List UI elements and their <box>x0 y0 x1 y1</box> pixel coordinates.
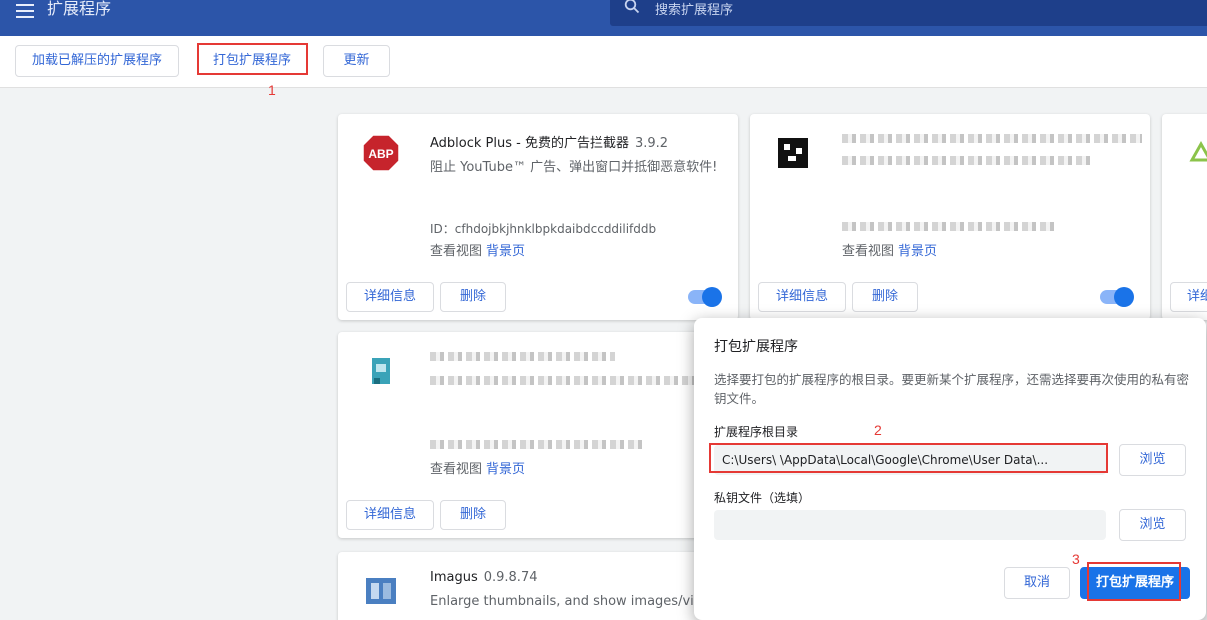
search-input[interactable]: 搜索扩展程序 <box>610 0 1207 26</box>
blurred-text <box>430 440 645 449</box>
extension-description: Enlarge thumbnails, and show images/vide… <box>430 594 725 609</box>
hamburger-menu-icon[interactable] <box>16 4 34 18</box>
extension-icon <box>372 358 390 384</box>
cancel-button[interactable]: 取消 <box>1004 567 1070 599</box>
extension-card-4: 查看视图 背景页 详细信息 删除 <box>338 332 738 538</box>
svg-text:ABP: ABP <box>368 147 393 161</box>
search-placeholder: 搜索扩展程序 <box>655 3 734 18</box>
extension-name: Imagus 0.9.8.74 <box>430 570 538 585</box>
extension-name: Adblock Plus - 免费的广告拦截器 3.9.2 <box>430 136 669 151</box>
extension-card-imagus: Imagus 0.9.8.74 Enlarge thumbnails, and s… <box>338 552 738 620</box>
remove-button[interactable]: 删除 <box>440 500 506 530</box>
blurred-text <box>430 352 615 361</box>
remove-button[interactable]: 删除 <box>852 282 918 312</box>
background-page-link[interactable]: 背景页 <box>486 244 525 259</box>
annotation-box-1 <box>197 43 308 75</box>
details-button[interactable]: 详细信息 <box>346 500 434 530</box>
details-button[interactable]: 详细信息 <box>346 282 434 312</box>
inspect-views: 查看视图 背景页 <box>430 244 526 259</box>
details-button[interactable]: 详细信息 <box>758 282 846 312</box>
annotation-number-1: 1 <box>268 82 276 98</box>
extension-id: ID：cfhdojbkjhnklbpkdaibdccddilifddb <box>430 222 657 236</box>
details-button[interactable]: 详细 <box>1170 282 1207 312</box>
private-key-input[interactable] <box>714 510 1106 540</box>
enable-toggle[interactable] <box>1100 287 1134 307</box>
root-directory-label: 扩展程序根目录 <box>714 425 799 439</box>
abp-logo-icon: ABP <box>362 134 400 172</box>
background-page-link[interactable]: 背景页 <box>486 462 525 477</box>
extension-card-2: 查看视图 背景页 详细信息 删除 <box>750 114 1150 320</box>
browse-root-button[interactable]: 浏览 <box>1119 444 1186 476</box>
dialog-description: 选择要打包的扩展程序的根目录。要更新某个扩展程序，还需选择要再次使用的私有密钥文… <box>714 372 1190 406</box>
toolbar: 加载已解压的扩展程序 打包扩展程序 更新 <box>0 36 1207 88</box>
dialog-title: 打包扩展程序 <box>714 339 798 355</box>
blurred-text <box>842 222 1057 231</box>
browse-key-button[interactable]: 浏览 <box>1119 509 1186 541</box>
annotation-number-2: 2 <box>874 422 882 438</box>
extension-card-3: 详细 <box>1162 114 1207 320</box>
annotation-number-3: 3 <box>1072 551 1080 567</box>
extension-card-adblock: ABP Adblock Plus - 免费的广告拦截器 3.9.2 阻止 YouT… <box>338 114 738 320</box>
blurred-text <box>842 134 1142 143</box>
private-key-label: 私钥文件（选填） <box>714 491 811 505</box>
extension-icon <box>778 138 808 168</box>
load-unpacked-button[interactable]: 加载已解压的扩展程序 <box>15 45 179 77</box>
imagus-logo-icon <box>366 578 396 604</box>
update-button[interactable]: 更新 <box>323 45 390 77</box>
blurred-text <box>430 376 700 385</box>
blurred-text <box>842 156 1092 165</box>
annotation-box-3 <box>1087 562 1181 601</box>
page-title: 扩展程序 <box>47 0 112 18</box>
remove-button[interactable]: 删除 <box>440 282 506 312</box>
search-icon <box>624 0 640 14</box>
annotation-box-2 <box>709 443 1108 473</box>
inspect-views: 查看视图 背景页 <box>842 244 938 259</box>
extension-description: 阻止 YouTube™ 广告、弹出窗口并抵御恶意软件! <box>430 160 718 175</box>
enable-toggle[interactable] <box>688 287 722 307</box>
app-header: 扩展程序 搜索扩展程序 <box>0 0 1207 36</box>
background-page-link[interactable]: 背景页 <box>898 244 937 259</box>
recycle-icon <box>1189 140 1207 162</box>
inspect-views: 查看视图 背景页 <box>430 462 526 477</box>
